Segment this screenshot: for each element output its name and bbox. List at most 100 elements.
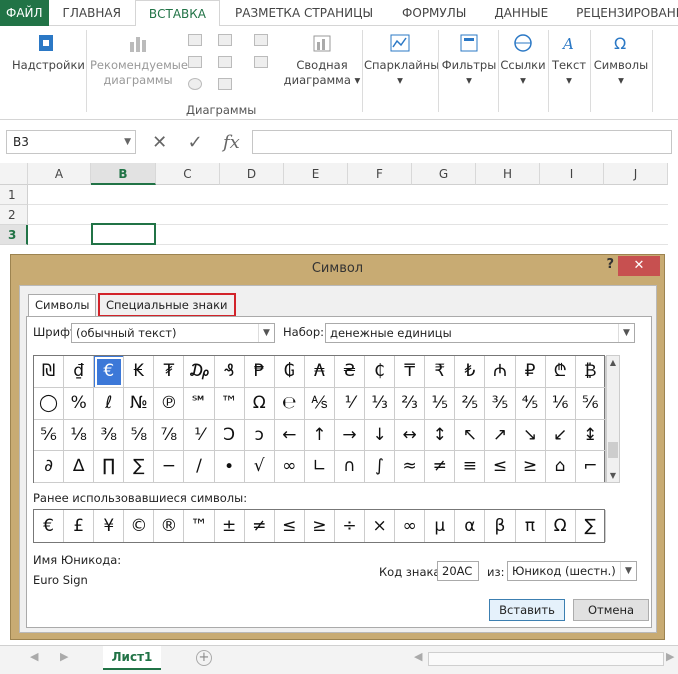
- symbol-cell[interactable]: ℗: [154, 387, 185, 420]
- chevron-down-icon[interactable]: ▼: [124, 131, 131, 153]
- symbol-cell[interactable]: Ω: [244, 387, 275, 420]
- col-header[interactable]: G: [412, 163, 476, 185]
- symbol-cell[interactable]: √: [244, 451, 275, 484]
- col-header[interactable]: F: [348, 163, 412, 185]
- symbol-cell[interactable]: ⅘: [515, 387, 546, 420]
- symbol-cell[interactable]: ∞: [274, 451, 305, 484]
- symbol-cell[interactable]: ⅝: [124, 419, 155, 452]
- symbol-grid-scrollbar[interactable]: ▲ ▼: [606, 355, 620, 483]
- recent-symbol-cell[interactable]: ™: [184, 510, 215, 542]
- add-sheet-icon[interactable]: +: [196, 650, 212, 666]
- symbol-cell[interactable]: ⅞: [154, 419, 185, 452]
- recommended-charts-button[interactable]: Рекомендуемые диаграммы: [90, 28, 188, 88]
- recent-symbol-cell[interactable]: £: [64, 510, 95, 542]
- symbol-cell[interactable]: ⅟: [184, 419, 215, 452]
- scroll-up-icon[interactable]: ▲: [607, 358, 619, 367]
- symbol-cell[interactable]: ≡: [455, 451, 486, 484]
- tab-data[interactable]: ДАННЫЕ: [480, 0, 562, 26]
- symbol-cell[interactable]: ↑: [304, 419, 335, 452]
- symbol-cell[interactable]: ∏: [94, 451, 125, 484]
- symbol-cell[interactable]: ≠: [425, 451, 456, 484]
- col-header[interactable]: I: [540, 163, 604, 185]
- symbol-cell[interactable]: ℮: [274, 387, 305, 420]
- symbol-cell[interactable]: ⅚: [34, 419, 65, 452]
- col-header[interactable]: A: [28, 163, 91, 185]
- symbol-cell[interactable]: ₯: [184, 356, 215, 388]
- symbol-cell[interactable]: ∑: [124, 451, 155, 484]
- pie-chart-icon[interactable]: [188, 78, 202, 90]
- horizontal-scrollbar[interactable]: [428, 652, 664, 666]
- text-button[interactable]: A Текст ▾: [550, 28, 588, 88]
- waterfall-chart-icon[interactable]: [254, 56, 268, 68]
- symbol-cell[interactable]: ⅖: [455, 387, 486, 420]
- recent-symbol-cell[interactable]: µ: [425, 510, 456, 542]
- prev-sheet-icon[interactable]: ◀: [30, 650, 38, 663]
- symbol-cell[interactable]: ⌐: [575, 451, 606, 484]
- symbol-cell[interactable]: ₵: [365, 356, 396, 388]
- recent-symbol-cell[interactable]: ×: [365, 510, 396, 542]
- col-header[interactable]: B: [91, 163, 156, 185]
- subset-select[interactable]: денежные единицы ▼: [325, 323, 635, 343]
- symbol-cell[interactable]: ₹: [425, 356, 456, 388]
- recent-symbol-cell[interactable]: Ω: [546, 510, 576, 542]
- symbol-cell[interactable]: −: [154, 451, 185, 484]
- col-header[interactable]: J: [604, 163, 668, 185]
- sparklines-button[interactable]: Спарклайны ▾: [364, 28, 439, 88]
- symbol-cell[interactable]: ↓: [365, 419, 396, 452]
- tab-formulas[interactable]: ФОРМУЛЫ: [388, 0, 480, 26]
- symbol-cell[interactable]: ◯: [34, 387, 65, 420]
- tab-file[interactable]: ФАЙЛ: [0, 0, 49, 26]
- insert-function-button[interactable]: fx: [223, 132, 240, 153]
- symbol-cell[interactable]: ∆: [64, 451, 95, 484]
- symbol-cell[interactable]: ≤: [485, 451, 516, 484]
- next-sheet-icon[interactable]: ▶: [60, 650, 68, 663]
- col-header[interactable]: H: [476, 163, 540, 185]
- recent-symbol-cell[interactable]: π: [516, 510, 546, 542]
- symbol-cell[interactable]: →: [334, 419, 366, 452]
- symbol-cell[interactable]: ∙: [214, 451, 245, 484]
- symbol-cell[interactable]: ⅍: [304, 387, 335, 420]
- line-chart-icon[interactable]: [218, 34, 232, 46]
- symbol-cell[interactable]: ₭: [124, 356, 155, 388]
- symbol-cell[interactable]: ₾: [545, 356, 576, 388]
- enter-icon[interactable]: ✓: [188, 132, 203, 153]
- recent-symbol-cell[interactable]: ≤: [275, 510, 305, 542]
- scroll-down-icon[interactable]: ▼: [607, 471, 619, 480]
- tab-insert[interactable]: ВСТАВКА: [134, 0, 221, 27]
- hierarchy-chart-icon[interactable]: [254, 34, 268, 46]
- col-header[interactable]: D: [220, 163, 284, 185]
- symbol-cell[interactable]: ↄ: [244, 419, 275, 452]
- font-select[interactable]: (обычный текст) ▼: [71, 323, 275, 343]
- recent-symbol-cell[interactable]: ≥: [305, 510, 335, 542]
- recent-symbol-cell[interactable]: α: [455, 510, 486, 542]
- col-header[interactable]: E: [284, 163, 348, 185]
- symbol-cell[interactable]: ₳: [304, 356, 335, 388]
- symbol-cell[interactable]: ₼: [485, 356, 516, 388]
- recent-symbol-cell[interactable]: ¥: [94, 510, 125, 542]
- close-button[interactable]: ✕: [618, 256, 660, 276]
- symbol-cell[interactable]: ↙: [545, 419, 576, 452]
- insert-button[interactable]: Вставить: [489, 599, 565, 621]
- tab-symbols[interactable]: Символы: [28, 294, 97, 316]
- recent-symbol-cell[interactable]: €: [34, 510, 65, 542]
- symbol-cell[interactable]: ₪: [34, 356, 65, 388]
- row-header[interactable]: 2: [0, 205, 28, 225]
- symbol-cell[interactable]: ⅙: [545, 387, 576, 420]
- symbol-cell[interactable]: ↗: [485, 419, 516, 452]
- tab-special-characters[interactable]: Специальные знаки: [98, 293, 236, 317]
- symbol-cell[interactable]: ₺: [455, 356, 486, 388]
- symbol-cell[interactable]: ℠: [184, 387, 215, 420]
- symbol-cell[interactable]: Ↄ: [214, 419, 245, 452]
- symbol-cell[interactable]: ₰: [214, 356, 245, 388]
- filters-button[interactable]: Фильтры ▾: [440, 28, 498, 88]
- recent-symbol-cell[interactable]: ÷: [335, 510, 366, 542]
- symbol-cell[interactable]: ⅓: [365, 387, 396, 420]
- symbol-cell[interactable]: ₴: [334, 356, 366, 388]
- symbol-cell[interactable]: ⅛: [64, 419, 95, 452]
- row-header[interactable]: 3: [0, 225, 28, 245]
- symbol-cell[interactable]: ←: [274, 419, 305, 452]
- sheet-tab[interactable]: Лист1: [103, 646, 161, 670]
- recent-symbol-cell[interactable]: ∞: [395, 510, 426, 542]
- scroll-thumb[interactable]: [608, 442, 618, 458]
- stat-chart-icon[interactable]: [218, 56, 232, 68]
